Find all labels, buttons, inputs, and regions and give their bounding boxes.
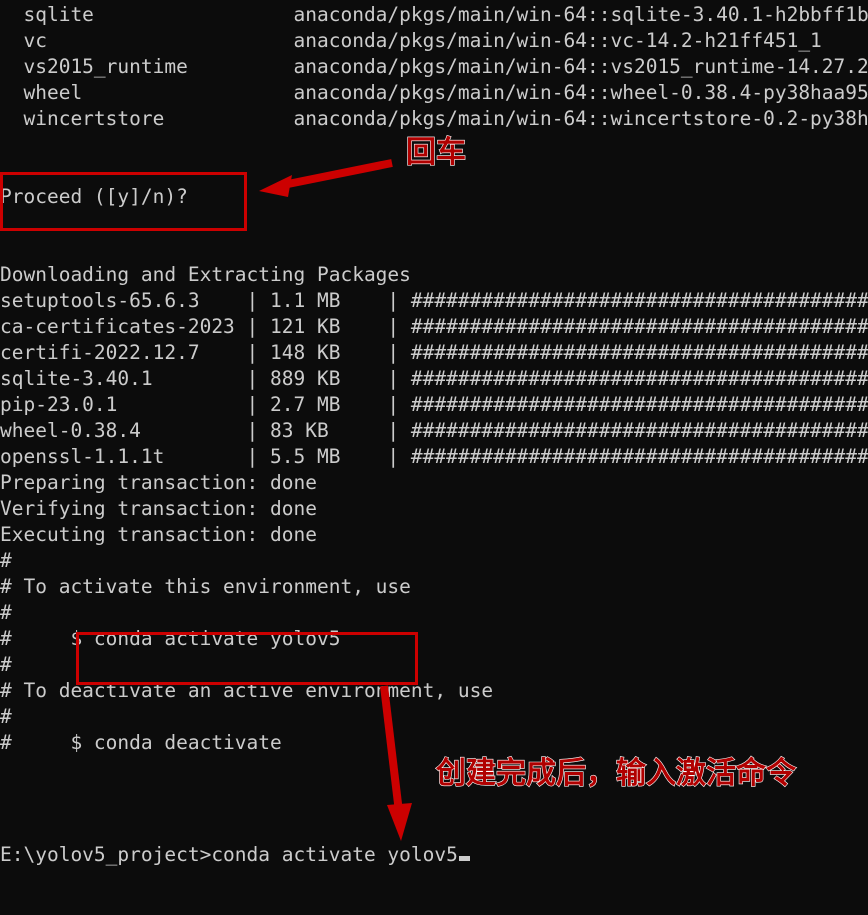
text-cursor [458,856,470,861]
terminal-output: sqlite anaconda/pkgs/main/win-64::sqlite… [0,3,868,754]
command-prompt-line[interactable]: E:\yolov5_project>conda activate yolov5 [0,842,470,868]
prompt-text: E:\yolov5_project>conda activate yolov5 [0,843,458,866]
terminal-window[interactable]: sqlite anaconda/pkgs/main/win-64::sqlite… [0,0,868,915]
